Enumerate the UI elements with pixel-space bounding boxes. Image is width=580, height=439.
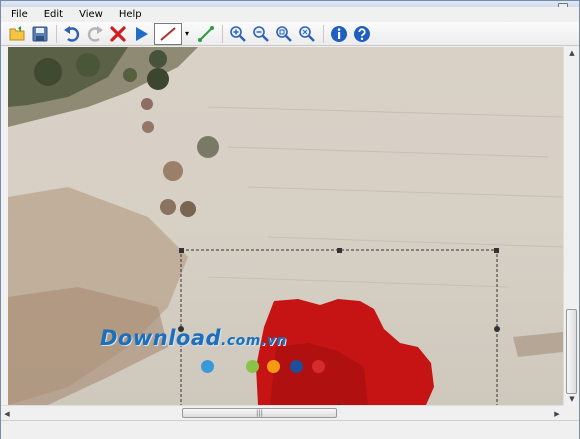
scroll-right-arrow[interactable]: ▶ (551, 406, 563, 421)
delete-icon (110, 25, 126, 42)
info-button[interactable] (329, 24, 349, 44)
toolbar-separator (56, 24, 57, 43)
watermark-dot (312, 360, 325, 373)
horizontal-scrollbar[interactable]: ◀ ||| ▶ (1, 405, 563, 420)
delete-button[interactable] (108, 24, 128, 44)
undo-icon (64, 25, 80, 42)
line-tool-icon (160, 26, 176, 41)
watermark-dot (290, 360, 303, 373)
status-bar (1, 420, 579, 439)
redo-button[interactable] (85, 24, 105, 44)
toolbar-separator (222, 24, 223, 43)
save-icon (32, 26, 48, 41)
vertical-scrollbar[interactable]: ▲ ▼ (563, 47, 579, 405)
zoom-actual-button[interactable] (297, 24, 317, 44)
scroll-down-arrow[interactable]: ▼ (564, 393, 580, 405)
save-button[interactable] (30, 24, 50, 44)
scroll-up-arrow[interactable]: ▲ (564, 47, 580, 59)
dropdown-icon: ▾ (184, 29, 189, 38)
help-icon (354, 25, 370, 42)
zoom-out-button[interactable] (251, 24, 271, 44)
zoom-fit-icon (276, 25, 292, 42)
image-canvas[interactable]: Download.com.vn (8, 47, 563, 405)
zoom-in-icon (230, 25, 246, 42)
menu-bar: File Edit View Help (1, 7, 579, 22)
segment-tool-icon (198, 25, 214, 42)
zoom-in-button[interactable] (228, 24, 248, 44)
watermark-dot (246, 360, 259, 373)
menu-view[interactable]: View (69, 9, 109, 20)
horizontal-scroll-thumb[interactable]: ||| (182, 408, 337, 418)
watermark-logo: Download.com.vn (100, 326, 287, 350)
menu-help[interactable]: Help (109, 9, 148, 20)
watermark-dot (201, 360, 214, 373)
scroll-left-arrow[interactable]: ◀ (1, 406, 13, 421)
open-button[interactable] (7, 24, 27, 44)
run-icon (136, 26, 148, 41)
zoom-out-icon (253, 25, 269, 42)
menu-file[interactable]: File (1, 9, 34, 20)
watermark-dot (267, 360, 280, 373)
vertical-scroll-thumb[interactable] (566, 309, 577, 394)
open-icon (9, 25, 25, 40)
toolbar-separator (323, 24, 324, 43)
zoom-actual-icon (299, 25, 315, 42)
zoom-fit-button[interactable] (274, 24, 294, 44)
toolbar: ▾ (1, 22, 579, 46)
redo-icon (87, 25, 103, 42)
landscape-photo (8, 47, 563, 405)
line-tool-button[interactable] (154, 22, 182, 45)
scrollbar-corner (563, 405, 579, 420)
tool-dropdown[interactable]: ▾ (184, 24, 190, 44)
info-icon (331, 25, 347, 42)
app-window: File Edit View Help ▾ Download.com.vn ▲ … (0, 0, 580, 439)
segment-tool-button[interactable] (196, 24, 216, 44)
help-button[interactable] (352, 24, 372, 44)
undo-button[interactable] (62, 24, 82, 44)
run-button[interactable] (131, 24, 151, 44)
menu-edit[interactable]: Edit (34, 9, 69, 20)
